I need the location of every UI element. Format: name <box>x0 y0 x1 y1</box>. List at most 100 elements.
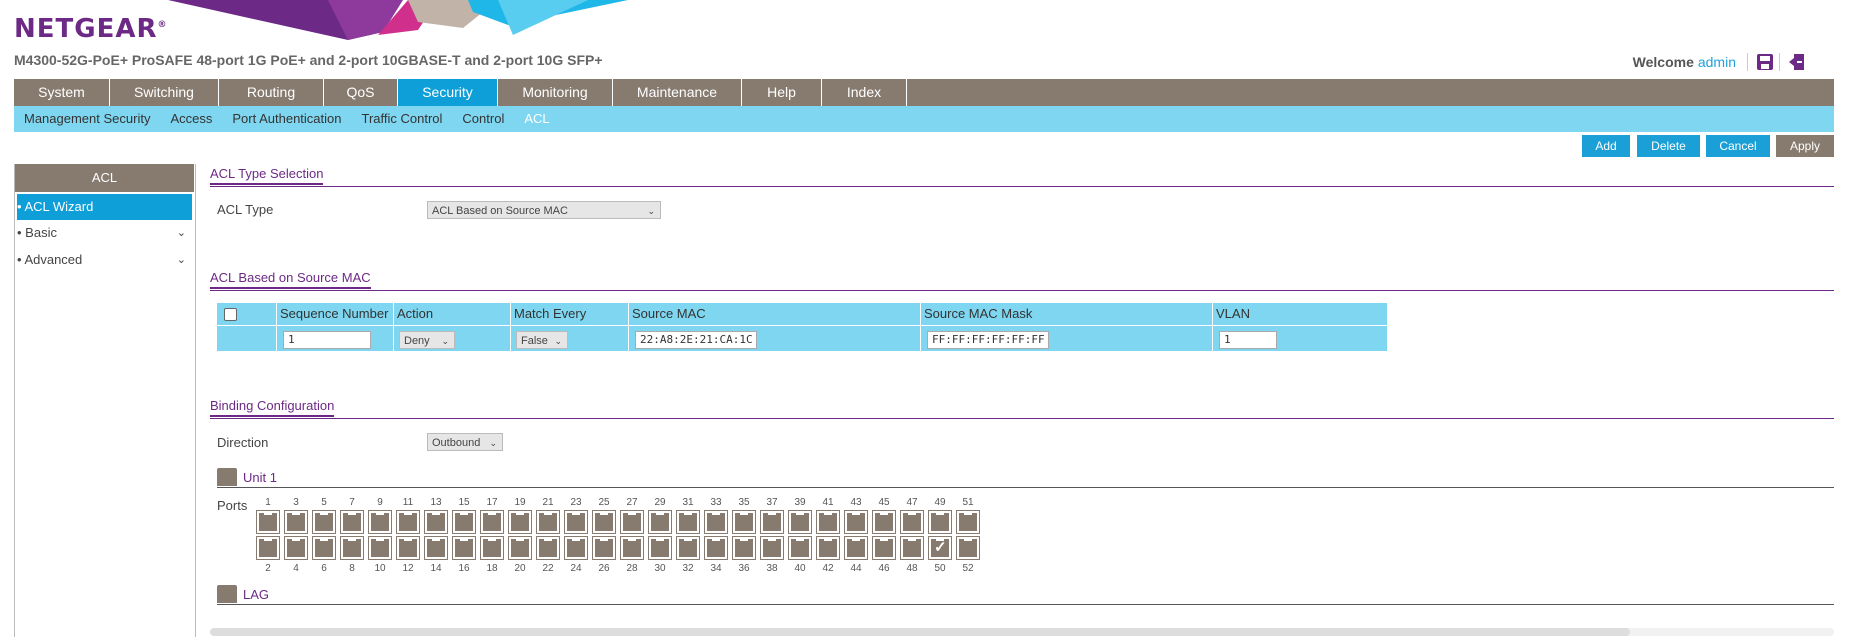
port-18[interactable] <box>480 536 504 560</box>
port-21[interactable] <box>536 510 560 534</box>
port-24[interactable] <box>564 536 588 560</box>
port-51[interactable] <box>956 510 980 534</box>
tab-routing[interactable]: Routing <box>219 79 324 106</box>
source-mac-mask-input[interactable]: FF:FF:FF:FF:FF:FF <box>927 331 1049 349</box>
match-every-select[interactable]: False ⌄ <box>516 331 568 349</box>
sidebar-item-advanced[interactable]: • Advanced ⌄ <box>17 247 192 273</box>
sidebar-item-acl-wizard[interactable]: • ACL Wizard <box>17 194 192 220</box>
port-45[interactable] <box>872 510 896 534</box>
port-11[interactable] <box>396 510 420 534</box>
port-50[interactable] <box>928 536 952 560</box>
port-3[interactable] <box>284 510 308 534</box>
sidebar-item-basic[interactable]: • Basic ⌄ <box>17 220 192 246</box>
welcome-text: Welcome admin <box>1632 54 1736 70</box>
port-2[interactable] <box>256 536 280 560</box>
port-44[interactable] <box>844 536 868 560</box>
port-25[interactable] <box>592 510 616 534</box>
tab-security[interactable]: Security <box>398 79 498 106</box>
port-6[interactable] <box>312 536 336 560</box>
lag-label[interactable]: LAG <box>243 587 269 602</box>
subnav-control[interactable]: Control <box>452 106 514 132</box>
port-number-label: 30 <box>654 563 666 574</box>
port-47[interactable] <box>900 510 924 534</box>
apply-button[interactable]: Apply <box>1776 135 1834 157</box>
port-17[interactable] <box>480 510 504 534</box>
port-37[interactable] <box>760 510 784 534</box>
horizontal-scrollbar[interactable] <box>210 628 1834 636</box>
unit-label[interactable]: Unit 1 <box>243 470 277 485</box>
port-46[interactable] <box>872 536 896 560</box>
subnav-traffic-control[interactable]: Traffic Control <box>352 106 453 132</box>
port-number-label: 21 <box>542 497 554 508</box>
port-26[interactable] <box>592 536 616 560</box>
tab-qos[interactable]: QoS <box>324 79 398 106</box>
port-31[interactable] <box>676 510 700 534</box>
port-10[interactable] <box>368 536 392 560</box>
save-icon[interactable] <box>1747 53 1774 71</box>
subnav-port-authentication[interactable]: Port Authentication <box>222 106 351 132</box>
tab-monitoring[interactable]: Monitoring <box>498 79 613 106</box>
port-20[interactable] <box>508 536 532 560</box>
cancel-button[interactable]: Cancel <box>1706 135 1770 157</box>
port-39[interactable] <box>788 510 812 534</box>
port-43[interactable] <box>844 510 868 534</box>
tab-switching[interactable]: Switching <box>110 79 219 106</box>
port-9[interactable] <box>368 510 392 534</box>
port-23[interactable] <box>564 510 588 534</box>
port-42[interactable] <box>816 536 840 560</box>
port-14[interactable] <box>424 536 448 560</box>
port-52[interactable] <box>956 536 980 560</box>
port-38[interactable] <box>760 536 784 560</box>
port-1[interactable] <box>256 510 280 534</box>
logout-icon[interactable] <box>1779 53 1806 71</box>
ethernet-port-icon <box>791 512 809 531</box>
port-33[interactable] <box>704 510 728 534</box>
subnav-access[interactable]: Access <box>160 106 222 132</box>
port-48[interactable] <box>900 536 924 560</box>
port-34[interactable] <box>704 536 728 560</box>
port-number-label: 33 <box>710 497 722 508</box>
port-36[interactable] <box>732 536 756 560</box>
action-select[interactable]: Deny ⌄ <box>399 331 455 349</box>
port-30[interactable] <box>648 536 672 560</box>
port-12[interactable] <box>396 536 420 560</box>
delete-button[interactable]: Delete <box>1637 135 1700 157</box>
tab-help[interactable]: Help <box>742 79 822 106</box>
port-32[interactable] <box>676 536 700 560</box>
source-mac-input[interactable]: 22:A8:2E:21:CA:1C <box>635 331 757 349</box>
port-28[interactable] <box>620 536 644 560</box>
sequence-number-input[interactable]: 1 <box>283 331 371 349</box>
scrollbar-thumb[interactable] <box>210 628 1630 636</box>
add-button[interactable]: Add <box>1582 135 1630 157</box>
vlan-input[interactable]: 1 <box>1219 331 1277 349</box>
port-22[interactable] <box>536 536 560 560</box>
tab-maintenance[interactable]: Maintenance <box>613 79 742 106</box>
tab-index[interactable]: Index <box>822 79 907 106</box>
port-number-label: 34 <box>710 563 722 574</box>
port-8[interactable] <box>340 536 364 560</box>
port-19[interactable] <box>508 510 532 534</box>
select-all-checkbox[interactable] <box>224 308 237 321</box>
port-16[interactable] <box>452 536 476 560</box>
port-number-label: 28 <box>626 563 638 574</box>
tab-system[interactable]: System <box>14 79 110 106</box>
port-41[interactable] <box>816 510 840 534</box>
ethernet-port-icon <box>707 538 725 557</box>
subnav-acl[interactable]: ACL <box>514 106 559 132</box>
port-7[interactable] <box>340 510 364 534</box>
direction-select[interactable]: Outbound ⌄ <box>427 433 503 451</box>
device-model: M4300-52G-PoE+ ProSAFE 48-port 1G PoE+ a… <box>14 52 603 68</box>
port-29[interactable] <box>648 510 672 534</box>
port-40[interactable] <box>788 536 812 560</box>
subnav-management-security[interactable]: Management Security <box>14 106 160 132</box>
port-4[interactable] <box>284 536 308 560</box>
port-49[interactable] <box>928 510 952 534</box>
user-link[interactable]: admin <box>1698 54 1736 70</box>
ethernet-port-icon <box>763 512 781 531</box>
port-35[interactable] <box>732 510 756 534</box>
acl-type-select[interactable]: ACL Based on Source MAC ⌄ <box>427 201 661 219</box>
port-13[interactable] <box>424 510 448 534</box>
port-5[interactable] <box>312 510 336 534</box>
port-15[interactable] <box>452 510 476 534</box>
port-27[interactable] <box>620 510 644 534</box>
